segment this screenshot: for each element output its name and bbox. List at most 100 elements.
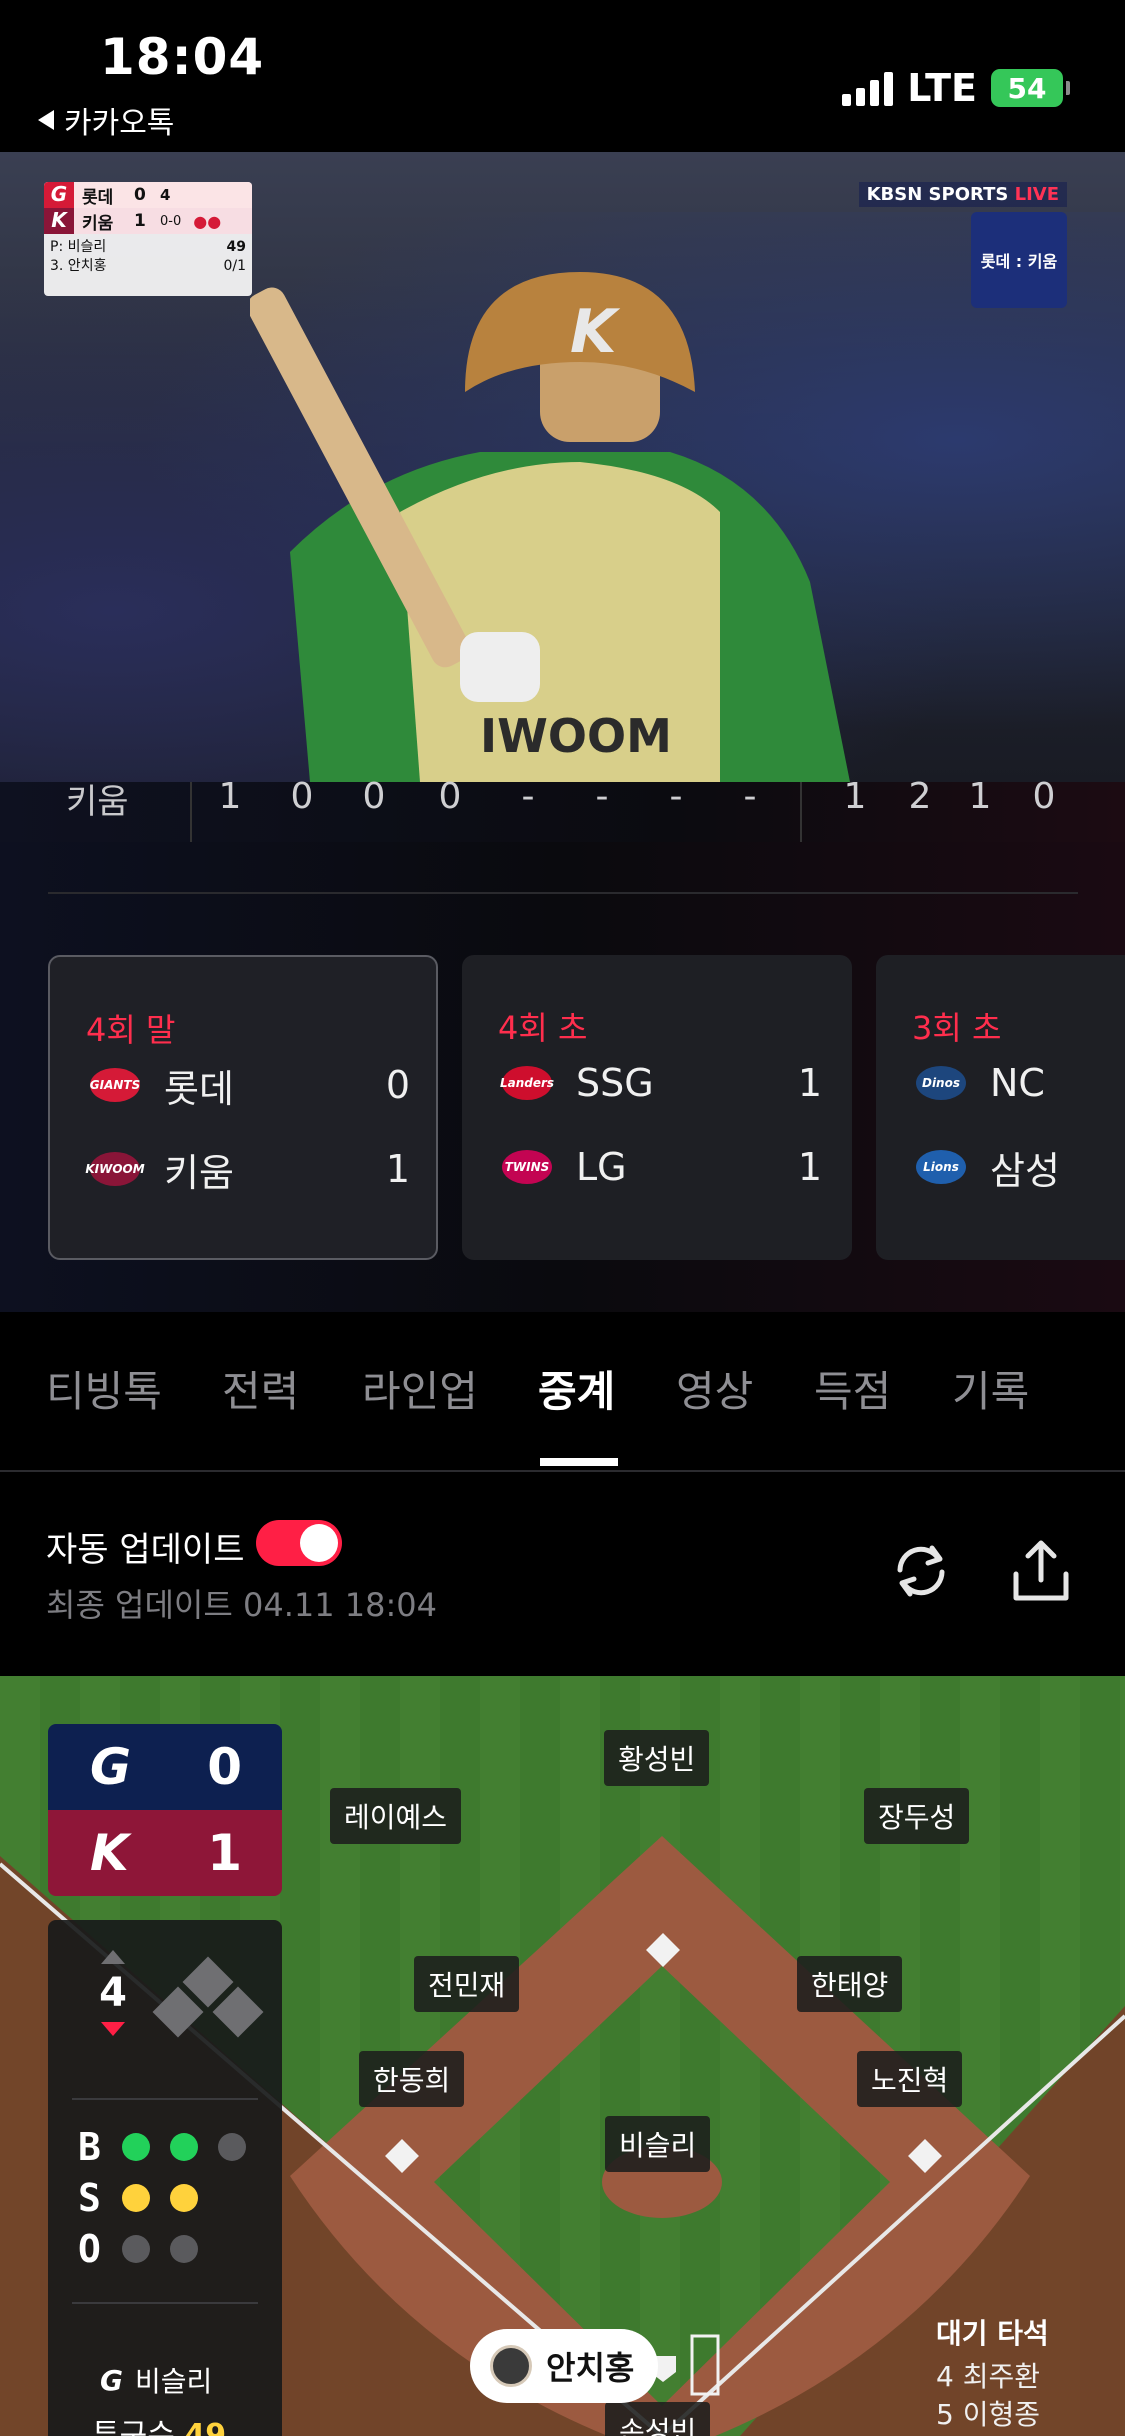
game-card[interactable]: 4회 초 Landers SSG 1 TWINS LG 1 bbox=[462, 955, 852, 1260]
scorebug-away-team: 롯데 bbox=[82, 187, 114, 208]
pitch-count: 투구수 49 bbox=[92, 2410, 226, 2436]
tab-video[interactable]: 영상 bbox=[676, 1358, 753, 1419]
current-batter-chip[interactable]: 안치홍 bbox=[470, 2329, 659, 2403]
linescore-inning-2: 0 bbox=[290, 776, 314, 817]
linescore-inning-6: - bbox=[595, 776, 609, 817]
game-card-inning: 4회 말 bbox=[86, 1011, 176, 1049]
auto-update-label: 자동 업데이트 bbox=[46, 1530, 245, 1570]
tab-bar: 티빙톡 전력 라인업 중계 영상 득점 기록 bbox=[0, 1312, 1125, 1472]
tab-lineup[interactable]: 라인업 bbox=[362, 1358, 478, 1419]
count-panel: 4 B S O G 비슬리 투구수 49 bbox=[48, 1920, 282, 2436]
game-card-inning: 4회 초 bbox=[498, 1009, 588, 1047]
share-icon[interactable] bbox=[1006, 1536, 1076, 1606]
top-inning-arrow-icon bbox=[101, 1950, 125, 1964]
svg-text:K: K bbox=[570, 297, 621, 367]
panel-divider bbox=[72, 2098, 258, 2100]
status-icons: LTE 54 bbox=[842, 66, 1070, 110]
field-scoreboard: G 0 K 1 bbox=[48, 1724, 282, 1896]
bottom-inning-arrow-icon bbox=[101, 2022, 125, 2036]
out-dot bbox=[170, 2235, 198, 2263]
tab-records[interactable]: 기록 bbox=[952, 1358, 1029, 1419]
back-to-app-button[interactable]: 카카오톡 bbox=[38, 98, 174, 142]
on-deck-title: 대기 타석 bbox=[936, 2317, 1049, 2350]
fielder-second[interactable]: 한태양 bbox=[797, 1956, 903, 2012]
linescore-hits: 2 bbox=[908, 776, 932, 817]
scorebug-home-score: 1 bbox=[134, 211, 146, 231]
linescore-divider bbox=[800, 782, 802, 842]
fielder-shortstop[interactable]: 전민재 bbox=[414, 1956, 520, 2012]
scorebug-home-team: 키움 bbox=[82, 213, 114, 234]
strikes-row: S bbox=[78, 2176, 218, 2220]
back-arrow-icon bbox=[38, 110, 54, 130]
dinos-logo-icon: Dinos bbox=[916, 1066, 966, 1100]
linescore-team: 키움 bbox=[66, 782, 129, 822]
linescore-errors: 1 bbox=[968, 776, 992, 817]
back-label: 카카오톡 bbox=[64, 106, 175, 141]
game-card-team: 키움 bbox=[164, 1150, 234, 1195]
fielder-catcher[interactable]: 손성빈 bbox=[605, 2402, 711, 2436]
heroes-logo-icon: K bbox=[90, 1824, 129, 1882]
on-deck-item: 4 최주환 bbox=[936, 2360, 1040, 2393]
game-card[interactable]: 3회 초 Dinos NC Lions 삼성 bbox=[876, 955, 1125, 1260]
status-bar: 18:04 카카오톡 LTE 54 bbox=[0, 0, 1125, 152]
active-tab-indicator bbox=[540, 1458, 618, 1466]
game-cards-carousel[interactable]: 4회 말 GIANTS 롯데 0 KIWOOM 키움 1 4회 초 Lander… bbox=[48, 955, 1125, 1260]
fielder-left[interactable]: 레이예스 bbox=[330, 1788, 462, 1844]
linescore-runs: 1 bbox=[843, 776, 867, 817]
battery-level: 54 bbox=[1007, 71, 1047, 105]
linescore-inning-5: - bbox=[521, 776, 535, 817]
inning-indicator: 4 bbox=[88, 1950, 138, 2036]
tab-broadcast[interactable]: 중계 bbox=[538, 1358, 615, 1419]
game-card-score: 0 bbox=[385, 1063, 410, 1107]
current-pitcher: G 비슬리 bbox=[100, 2360, 212, 2400]
game-card-team: 삼성 bbox=[990, 1148, 1060, 1193]
scorebug-away-score: 0 bbox=[134, 185, 146, 205]
linescore-inning-8: - bbox=[743, 776, 757, 817]
lions-logo-icon: Lions bbox=[916, 1150, 966, 1184]
game-card-team: SSG bbox=[576, 1061, 654, 1105]
game-card-score: 1 bbox=[797, 1145, 822, 1189]
tab-talk[interactable]: 티빙톡 bbox=[46, 1358, 162, 1419]
fielder-right[interactable]: 장두성 bbox=[864, 1788, 970, 1844]
scorebug-inning: 4 bbox=[160, 186, 171, 204]
live-label: LIVE bbox=[1014, 184, 1059, 205]
heroes-logo-icon: K bbox=[44, 208, 74, 234]
tab-scoring[interactable]: 득점 bbox=[814, 1358, 891, 1419]
svg-text:IWOOM: IWOOM bbox=[480, 709, 672, 763]
tab-strength[interactable]: 전력 bbox=[222, 1358, 299, 1419]
broadcaster-logo: KBSN SPORTS LIVE bbox=[858, 182, 1067, 207]
twins-logo-icon: TWINS bbox=[502, 1150, 552, 1184]
fielder-center[interactable]: 황성빈 bbox=[604, 1730, 710, 1786]
auto-update-toggle[interactable] bbox=[256, 1520, 342, 1566]
inning-number: 4 bbox=[99, 1970, 127, 2016]
giants-logo-icon: G bbox=[44, 182, 74, 208]
pitch-count-label: 투구수 bbox=[92, 2418, 175, 2436]
match-badge-label: 롯데 : 키움 bbox=[980, 252, 1058, 271]
match-badge: 롯데 : 키움 bbox=[971, 212, 1067, 308]
scorebug-strike-dots-icon: ●● bbox=[193, 211, 222, 231]
fielder-first[interactable]: 노진혁 bbox=[857, 2051, 963, 2107]
scorebug-batter-record: 0/1 bbox=[223, 258, 246, 274]
network-label: LTE bbox=[907, 66, 977, 110]
game-card-score: 1 bbox=[385, 1147, 410, 1191]
last-update-time: 최종 업데이트 04.11 18:04 bbox=[46, 1586, 437, 1624]
battery-icon: 54 bbox=[991, 69, 1070, 107]
game-card[interactable]: 4회 말 GIANTS 롯데 0 KIWOOM 키움 1 bbox=[48, 955, 438, 1260]
linescore-walks: 0 bbox=[1032, 776, 1056, 817]
game-card-team: LG bbox=[576, 1145, 627, 1189]
fielder-pitcher[interactable]: 비슬리 bbox=[605, 2116, 711, 2172]
refresh-icon[interactable] bbox=[886, 1536, 956, 1606]
batter-avatar bbox=[490, 2345, 532, 2387]
away-score: 0 bbox=[207, 1738, 242, 1796]
fielder-third[interactable]: 한동희 bbox=[359, 2051, 465, 2107]
video-player[interactable]: G 롯데 0 4 K 키움 1 0-0 ●● P: 비슬리 49 3. 안치홍 … bbox=[0, 152, 1125, 782]
clock: 18:04 bbox=[100, 28, 265, 86]
panel-divider bbox=[72, 2302, 258, 2304]
broadcaster-name: KBSN SPORTS bbox=[866, 184, 1009, 205]
scorebug-pitch-count: 49 bbox=[226, 239, 246, 255]
on-deck-list: 대기 타석 4 최주환 5 이형종 bbox=[936, 2312, 1049, 2434]
scorebug-info: P: 비슬리 49 3. 안치홍 0/1 bbox=[44, 238, 252, 276]
game-card-team: 롯데 bbox=[164, 1066, 234, 1111]
linescore-inning-4: 0 bbox=[438, 776, 462, 817]
outs-row: O bbox=[78, 2227, 218, 2271]
